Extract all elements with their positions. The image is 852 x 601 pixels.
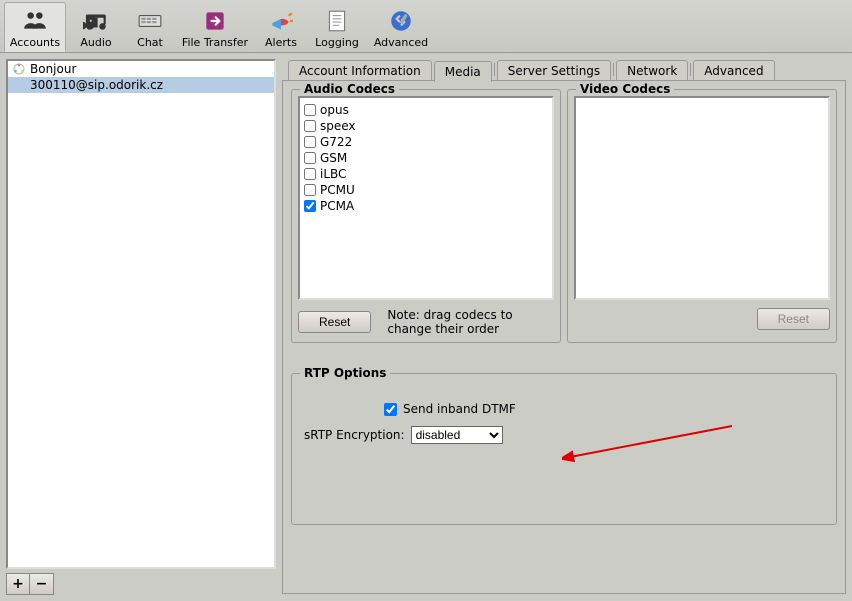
tab-media[interactable]: Media (434, 61, 492, 82)
toolbar-label: File Transfer (182, 36, 248, 49)
settings-tabs: Account InformationMediaServer SettingsN… (282, 59, 846, 80)
codec-label: speex (320, 119, 356, 133)
toolbar-label: Alerts (265, 36, 297, 49)
tab-server-settings[interactable]: Server Settings (497, 60, 611, 81)
codec-row[interactable]: iLBC (304, 166, 548, 182)
codec-label: G722 (320, 135, 352, 149)
codec-checkbox[interactable] (304, 136, 316, 148)
video-reset-button[interactable]: Reset (757, 308, 830, 330)
account-row[interactable]: 300110@sip.odorik.cz (8, 77, 274, 93)
add-account-button[interactable]: + (6, 573, 30, 595)
toolbar-audio-button[interactable]: Audio (68, 2, 124, 52)
audio-reset-button[interactable]: Reset (298, 311, 371, 333)
codec-checkbox[interactable] (304, 152, 316, 164)
toolbar-label: Chat (137, 36, 163, 49)
remove-account-button[interactable]: − (30, 573, 54, 595)
codec-row[interactable]: speex (304, 118, 548, 134)
codec-label: opus (320, 103, 349, 117)
tab-advanced[interactable]: Advanced (693, 60, 774, 81)
toolbar-logging-button[interactable]: Logging (308, 2, 366, 52)
toolbar-accounts-button[interactable]: Accounts (4, 2, 66, 52)
advanced-icon (388, 8, 414, 34)
audio-codecs-group: Audio Codecs opusspeexG722GSMiLBCPCMUPCM… (291, 89, 561, 343)
inband-dtmf-checkbox[interactable] (384, 403, 397, 416)
codec-row[interactable]: PCMA (304, 198, 548, 214)
main-toolbar: Accounts Audio Chat File Transfer Alerts Logg… (0, 0, 852, 53)
video-codecs-group: Video Codecs Reset (567, 89, 837, 343)
codec-row[interactable]: opus (304, 102, 548, 118)
codec-label: GSM (320, 151, 347, 165)
bonjour-icon (12, 62, 26, 76)
toolbar-label: Audio (80, 36, 111, 49)
tab-network[interactable]: Network (616, 60, 688, 81)
toolbar-label: Logging (315, 36, 359, 49)
codec-checkbox[interactable] (304, 104, 316, 116)
codec-drag-note: Note: drag codecs to change their order (387, 308, 554, 336)
content-panel: Account InformationMediaServer SettingsN… (282, 59, 846, 595)
alerts-icon (268, 8, 294, 34)
audio-icon (83, 8, 109, 34)
toolbar-advanced-button[interactable]: Advanced (368, 2, 434, 52)
chat-icon (137, 8, 163, 34)
codec-checkbox[interactable] (304, 200, 316, 212)
audio-codecs-title: Audio Codecs (300, 82, 399, 96)
codec-row[interactable]: G722 (304, 134, 548, 150)
video-codec-list[interactable] (574, 96, 830, 300)
video-codecs-title: Video Codecs (576, 82, 674, 96)
codec-row[interactable]: PCMU (304, 182, 548, 198)
account-label: Bonjour (30, 62, 76, 76)
account-label: 300110@sip.odorik.cz (30, 78, 163, 92)
tab-account-information[interactable]: Account Information (288, 60, 432, 81)
account-row[interactable]: Bonjour (8, 61, 274, 77)
codec-checkbox[interactable] (304, 168, 316, 180)
toolbar-label: Advanced (374, 36, 428, 49)
media-panel: Audio Codecs opus speex G722 GSM iLBC PCMU PCM… (282, 80, 846, 594)
filetransfer-icon (202, 8, 228, 34)
accounts-icon (22, 8, 48, 34)
codec-checkbox[interactable] (304, 184, 316, 196)
toolbar-label: Accounts (10, 36, 60, 49)
codec-checkbox[interactable] (304, 120, 316, 132)
account-list[interactable]: Bonjour 300110@sip.odorik.cz (6, 59, 276, 569)
rtp-options-title: RTP Options (300, 366, 390, 380)
codec-row[interactable]: GSM (304, 150, 548, 166)
account-icon (12, 78, 26, 92)
codec-label: iLBC (320, 167, 346, 181)
srtp-label: sRTP Encryption: (304, 428, 405, 442)
toolbar-alerts-button[interactable]: Alerts (256, 2, 306, 52)
rtp-options-group: RTP Options Send inband DTMF sRTP Encryp… (291, 373, 837, 525)
codec-label: PCMA (320, 199, 354, 213)
srtp-encryption-select[interactable]: disabled (411, 426, 503, 444)
toolbar-chat-button[interactable]: Chat (126, 2, 174, 52)
sidebar: Bonjour 300110@sip.odorik.cz + − (6, 59, 276, 595)
inband-dtmf-label: Send inband DTMF (403, 402, 516, 416)
toolbar-filetransfer-button[interactable]: File Transfer (176, 2, 254, 52)
codec-label: PCMU (320, 183, 355, 197)
audio-codec-list[interactable]: opus speex G722 GSM iLBC PCMU PCMA (298, 96, 554, 300)
logging-icon (324, 8, 350, 34)
